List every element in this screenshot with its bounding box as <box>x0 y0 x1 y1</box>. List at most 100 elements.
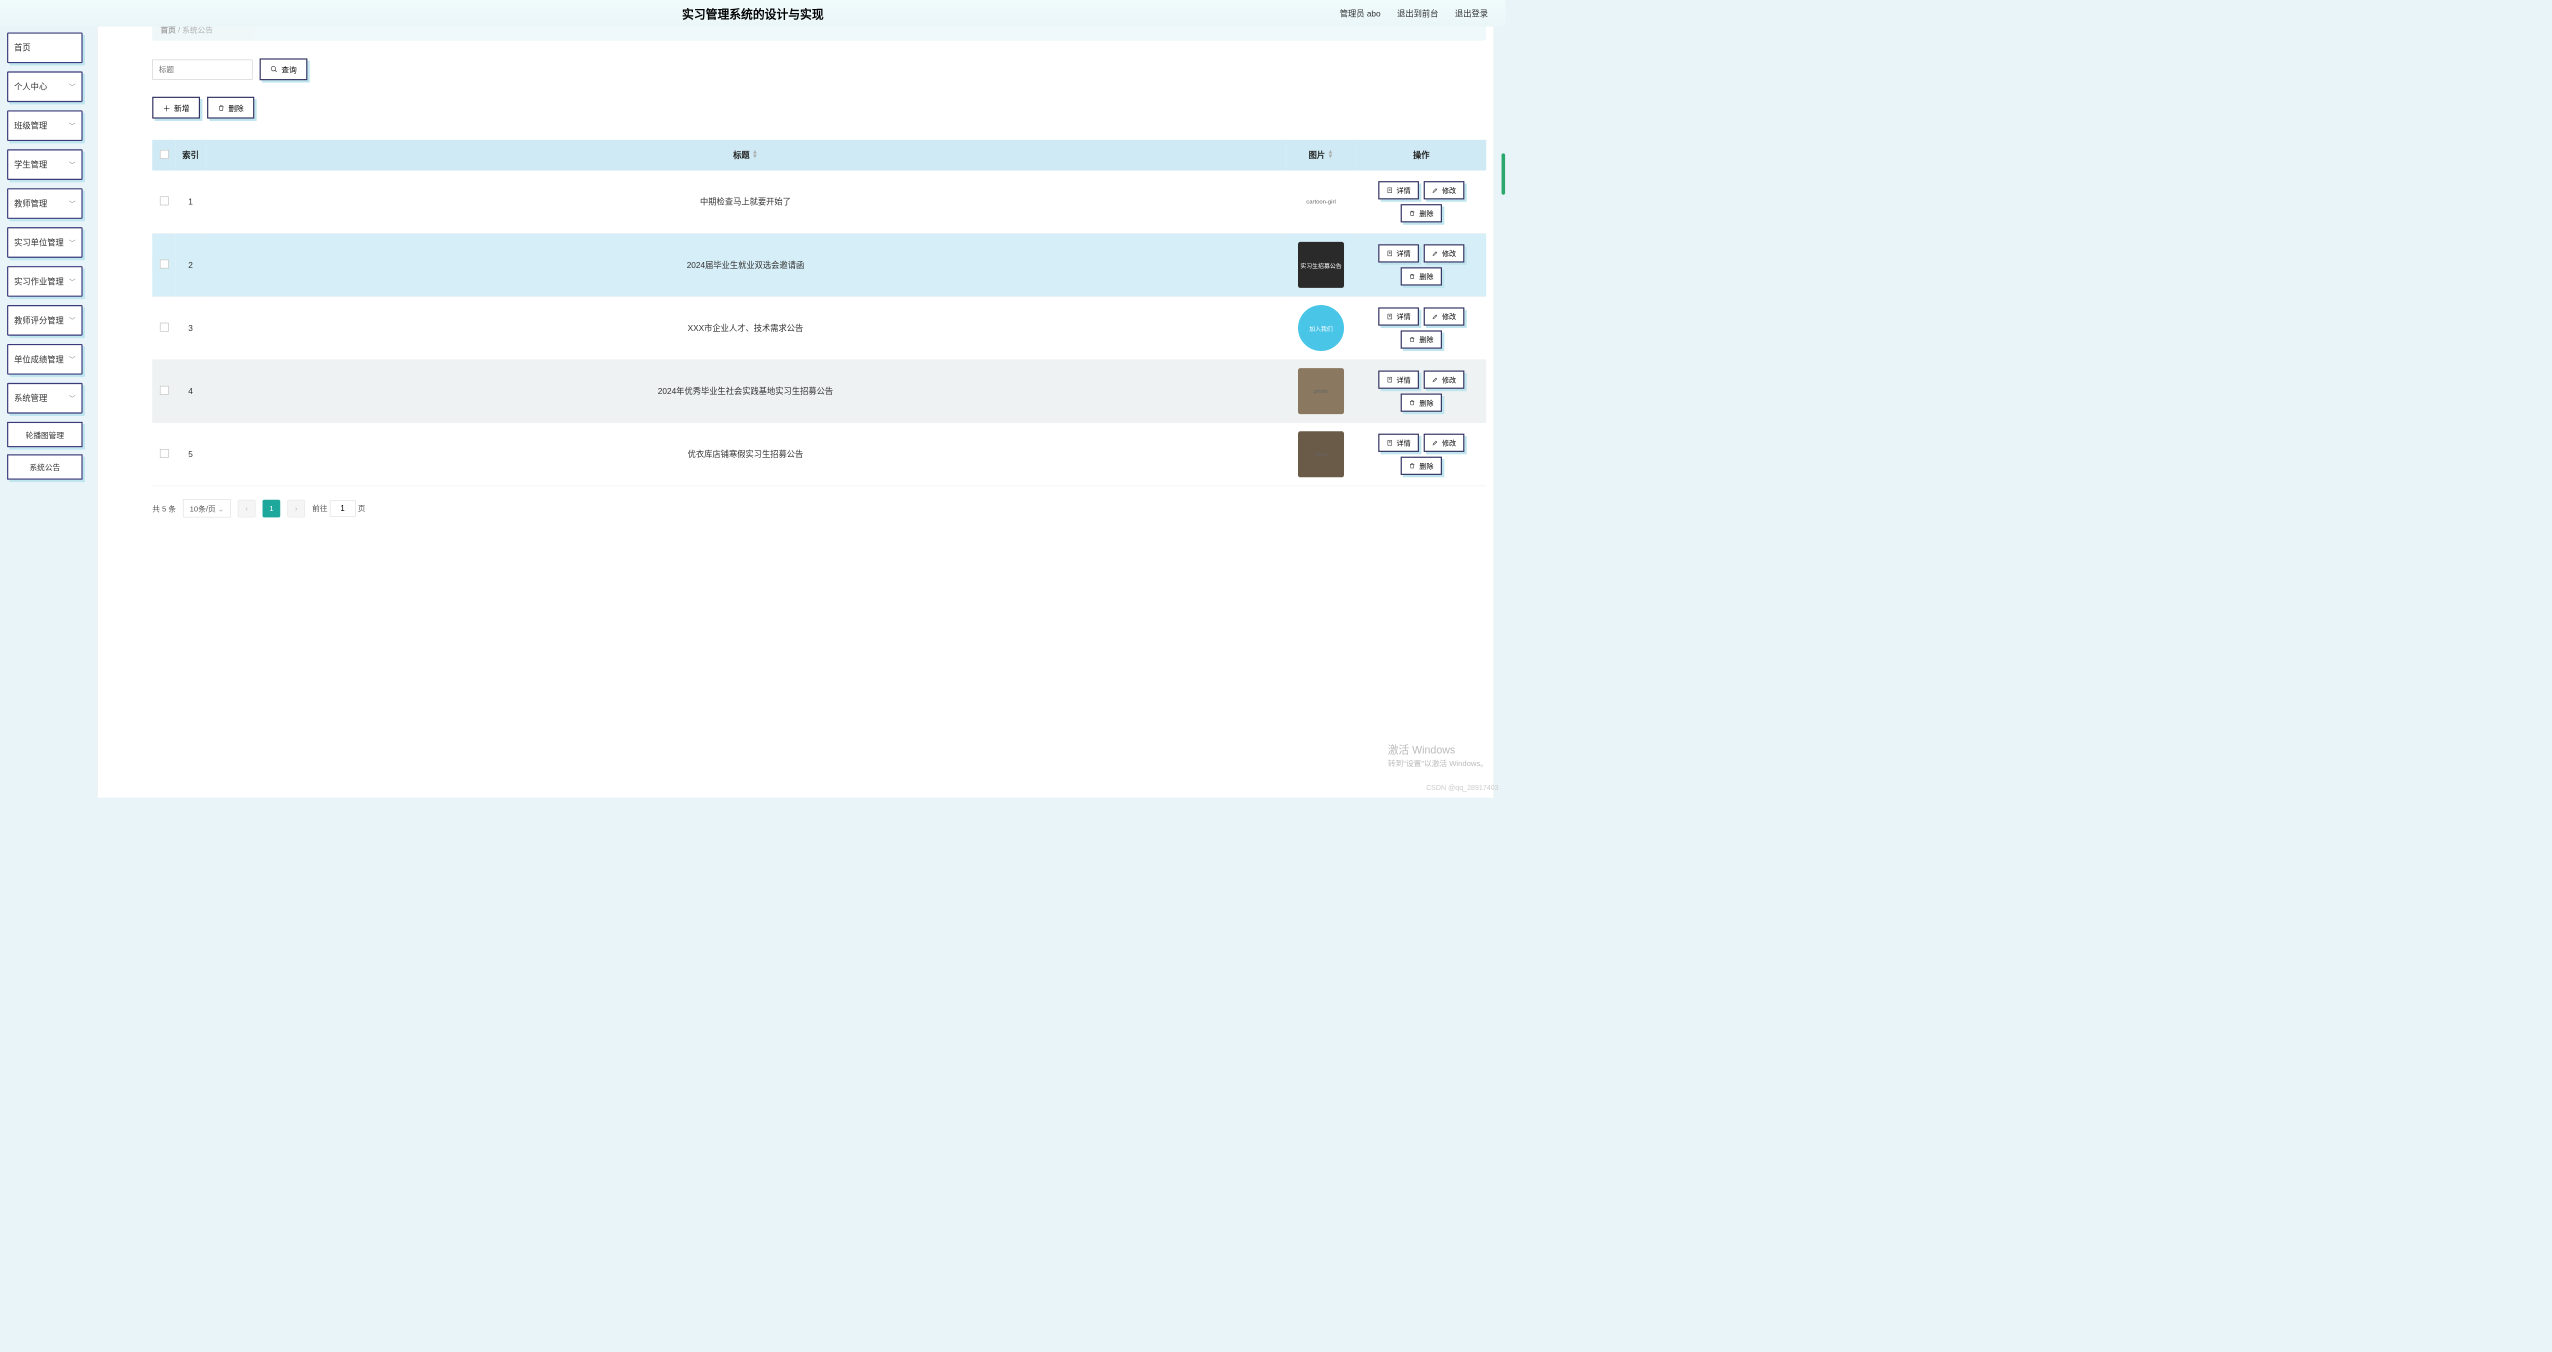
prev-page-button[interactable]: ‹ <box>238 499 256 517</box>
table-row: 42024年优秀毕业生社会实践基地实习生招募公告photo 详情 修改 删除 <box>152 360 1486 423</box>
cell-index: 3 <box>176 296 206 359</box>
table-row: 22024届毕业生就业双选会邀请函实习生招募公告 详情 修改 删除 <box>152 233 1486 296</box>
cell-index: 4 <box>176 360 206 423</box>
scrollbar-indicator[interactable] <box>1502 153 1506 194</box>
thumbnail-image[interactable]: photo <box>1298 368 1344 414</box>
app-title: 实习管理系统的设计与实现 <box>682 5 824 22</box>
chevron-down-icon: ﹀ <box>69 355 75 364</box>
table-row: 1中期检查马上就要开始了cartoon-girl 详情 修改 删除 <box>152 171 1486 234</box>
edit-button[interactable]: 修改 <box>1424 307 1465 325</box>
main-panel: 首页 / 系统公告 查询 ＋ 新增 删除 索引 标题▲▼ 图片▲▼ <box>97 0 1494 798</box>
col-image[interactable]: 图片▲▼ <box>1286 140 1357 171</box>
sidebar-item-system[interactable]: 系统管理﹀ <box>7 383 83 414</box>
chevron-down-icon: ﹀ <box>69 82 75 91</box>
sidebar-item-score-unit[interactable]: 单位成绩管理﹀ <box>7 344 83 375</box>
user-label[interactable]: 管理员 abo <box>1340 7 1381 19</box>
detail-button[interactable]: 详情 <box>1378 307 1419 325</box>
query-button[interactable]: 查询 <box>260 58 308 80</box>
row-delete-button[interactable]: 删除 <box>1401 457 1442 475</box>
sidebar-sub-notice[interactable]: 系统公告 <box>7 454 83 479</box>
chevron-down-icon: ﹀ <box>69 238 75 247</box>
trash-icon <box>1409 210 1415 216</box>
cell-title: 中期检查马上就要开始了 <box>205 171 1285 234</box>
thumbnail-image[interactable]: store <box>1298 431 1344 477</box>
row-delete-button[interactable]: 删除 <box>1401 204 1442 222</box>
row-delete-button[interactable]: 删除 <box>1401 394 1442 412</box>
thumbnail-image[interactable]: 实习生招募公告 <box>1298 242 1344 288</box>
row-delete-button[interactable]: 删除 <box>1401 330 1442 348</box>
cell-index: 5 <box>176 423 206 486</box>
detail-button[interactable]: 详情 <box>1378 181 1419 199</box>
row-checkbox[interactable] <box>160 386 169 395</box>
edit-button[interactable]: 修改 <box>1424 371 1465 389</box>
col-index: 索引 <box>176 140 206 171</box>
chevron-down-icon: ⌄ <box>218 504 224 513</box>
sort-icon: ▲▼ <box>1328 150 1334 159</box>
sidebar-item-home[interactable]: 首页 <box>7 32 83 63</box>
edit-button[interactable]: 修改 <box>1424 244 1465 262</box>
add-button[interactable]: ＋ 新增 <box>152 97 200 119</box>
topbar: 实习管理系统的设计与实现 管理员 abo 退出到前台 退出登录 <box>0 0 1506 27</box>
sidebar: 首页 个人中心﹀ 班级管理﹀ 学生管理﹀ 教师管理﹀ 实习单位管理﹀ 实习作业管… <box>7 32 83 486</box>
search-input[interactable] <box>152 59 252 79</box>
thumbnail-image[interactable]: cartoon-girl <box>1298 179 1344 225</box>
goto-front-link[interactable]: 退出到前台 <box>1397 7 1438 19</box>
detail-button[interactable]: 详情 <box>1378 434 1419 452</box>
cell-title: 2024届毕业生就业双选会邀请函 <box>205 233 1285 296</box>
doc-icon <box>1386 440 1392 446</box>
row-checkbox[interactable] <box>160 323 169 332</box>
detail-button[interactable]: 详情 <box>1378 371 1419 389</box>
sidebar-item-unit[interactable]: 实习单位管理﹀ <box>7 227 83 258</box>
thumbnail-image[interactable]: 加入我们 <box>1298 305 1344 351</box>
sidebar-item-score-teacher[interactable]: 教师评分管理﹀ <box>7 305 83 336</box>
edit-icon <box>1432 440 1438 446</box>
next-page-button[interactable]: › <box>287 499 305 517</box>
logout-link[interactable]: 退出登录 <box>1455 7 1488 19</box>
chevron-down-icon: ﹀ <box>69 277 75 286</box>
cell-index: 2 <box>176 233 206 296</box>
detail-button[interactable]: 详情 <box>1378 244 1419 262</box>
plus-icon: ＋ <box>163 102 171 113</box>
chevron-down-icon: ﹀ <box>69 316 75 325</box>
row-delete-button[interactable]: 删除 <box>1401 267 1442 285</box>
sidebar-item-profile[interactable]: 个人中心﹀ <box>7 71 83 102</box>
chevron-down-icon: ﹀ <box>69 121 75 130</box>
page-size-select[interactable]: 10条/页 ⌄ <box>183 499 231 517</box>
goto-page: 前往 页 <box>312 500 365 517</box>
pagination: 共 5 条 10条/页 ⌄ ‹ 1 › 前往 页 <box>152 499 1493 517</box>
chevron-down-icon: ﹀ <box>69 394 75 403</box>
doc-icon <box>1386 187 1392 193</box>
sidebar-sub-carousel[interactable]: 轮播图管理 <box>7 422 83 447</box>
row-checkbox[interactable] <box>160 260 169 269</box>
delete-button[interactable]: 删除 <box>207 97 254 119</box>
sidebar-item-class[interactable]: 班级管理﹀ <box>7 110 83 141</box>
edit-icon <box>1432 187 1438 193</box>
breadcrumb-home[interactable]: 首页 <box>160 25 175 34</box>
select-all-checkbox[interactable] <box>160 150 169 159</box>
col-ops: 操作 <box>1356 140 1486 171</box>
row-checkbox[interactable] <box>160 196 169 205</box>
data-table: 索引 标题▲▼ 图片▲▼ 操作 1中期检查马上就要开始了cartoon-girl… <box>152 140 1486 486</box>
total-count: 共 5 条 <box>152 503 176 514</box>
edit-button[interactable]: 修改 <box>1424 181 1465 199</box>
sidebar-item-homework[interactable]: 实习作业管理﹀ <box>7 266 83 297</box>
page-1-button[interactable]: 1 <box>263 499 281 517</box>
doc-icon <box>1386 376 1392 382</box>
trash-icon <box>1409 336 1415 342</box>
search-icon <box>270 65 278 73</box>
table-row: 5优衣库店铺寒假实习生招募公告 store 详情 修改 删除 <box>152 423 1486 486</box>
doc-icon <box>1386 313 1392 319</box>
trash-icon <box>1409 273 1415 279</box>
edit-icon <box>1432 313 1438 319</box>
goto-page-input[interactable] <box>330 500 356 517</box>
sidebar-item-student[interactable]: 学生管理﹀ <box>7 149 83 180</box>
cell-title: 优衣库店铺寒假实习生招募公告 <box>205 423 1285 486</box>
sidebar-item-teacher[interactable]: 教师管理﹀ <box>7 188 83 219</box>
trash-icon <box>1409 399 1415 405</box>
trash-icon <box>218 104 225 111</box>
row-checkbox[interactable] <box>160 449 169 458</box>
col-title[interactable]: 标题▲▼ <box>205 140 1285 171</box>
windows-watermark: 激活 Windows 转到"设置"以激活 Windows。 <box>1388 742 1488 769</box>
edit-button[interactable]: 修改 <box>1424 434 1465 452</box>
trash-icon <box>1409 463 1415 469</box>
